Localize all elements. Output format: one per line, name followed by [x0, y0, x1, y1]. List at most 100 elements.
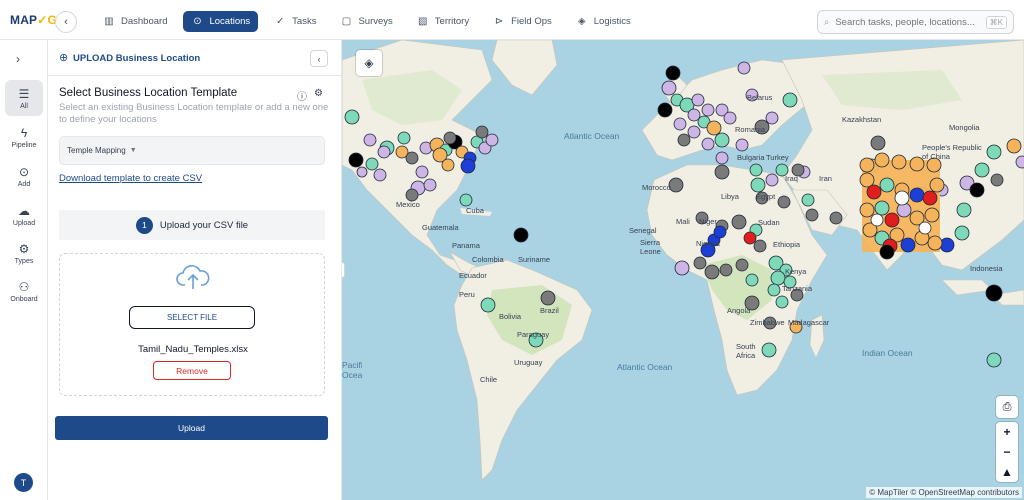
panel-header: ⊕ UPLOAD Business Location ‹ [48, 40, 342, 76]
rail-label: Types [14, 257, 34, 265]
chevron-left-icon: ‹ [317, 53, 321, 64]
top-bar: MAP✓G ‹ ▥ Dashboard ⊙ Locations ✓ Tasks ▢ Su… [0, 0, 1024, 40]
map-place-label: Niger [699, 217, 717, 226]
nav-dashboard[interactable]: ▥ Dashboard [95, 11, 175, 32]
nav-label: Surveys [358, 16, 393, 27]
template-actions: ⓘ ⚙ [297, 88, 323, 103]
zoom-out-button[interactable]: − [996, 442, 1018, 462]
map-place-label: Suriname [518, 255, 551, 264]
download-template-link[interactable]: Download template to create CSV [59, 173, 202, 184]
selected-file-name: Tamil_Nadu_Temples.xlsx [138, 344, 248, 355]
global-search[interactable]: ⌕ ⌘K [817, 10, 1014, 34]
search-input[interactable] [835, 16, 976, 28]
map-place-label: Madagascar [788, 318, 830, 327]
map-place-label: Panama [452, 241, 480, 250]
map-place-label: Zimbabwe [750, 318, 785, 327]
step-number-badge: 1 [135, 216, 153, 234]
map-place-label: Peru [459, 290, 475, 299]
upload-button[interactable]: Upload [55, 416, 328, 440]
map-pin-icon: ⊙ [193, 16, 202, 27]
map-place-label: Paraguay [517, 330, 550, 339]
map-place-label: Sudan [758, 218, 780, 227]
rail-item-types[interactable]: ⚙ Types [5, 235, 43, 271]
rail-label: All [20, 102, 28, 110]
signal-icon: ⊳ [494, 16, 504, 27]
box-icon: ◈ [577, 16, 586, 27]
map-place-label: South Africa [736, 342, 756, 360]
map-place-label: Bolivia [499, 312, 522, 321]
map-view[interactable]: Atlantic Ocean Atlantic Ocean Indian Oce… [342, 40, 1024, 500]
template-description: Select an existing Business Location tem… [59, 102, 329, 125]
select-file-button[interactable]: SELECT FILE [129, 306, 255, 329]
rail-item-onboard[interactable]: ⚇ Onboard [5, 273, 43, 309]
panel-title: UPLOAD Business Location [73, 53, 201, 64]
template-section-title: Select Business Location Template [59, 87, 238, 99]
map-place-label: Chile [480, 375, 498, 384]
settings-icon[interactable]: ⚙ [314, 88, 323, 103]
rail-label: Add [17, 180, 31, 188]
template-select[interactable]: Temple Mapping ▼ [59, 136, 325, 165]
nav-locations[interactable]: ⊙ Locations [183, 11, 259, 32]
nav-field-ops[interactable]: ⊳ Field Ops [485, 11, 560, 32]
left-rail: › ☰ All ϟ Pipeline ⊙ Add ☁ Upload ⚙ Types ⚇ On… [0, 40, 48, 500]
layers-icon: ◈ [364, 56, 374, 70]
compass-button[interactable]: ▲ [996, 462, 1018, 482]
map-place-label: Ecuador [459, 271, 487, 280]
ocean-label: Atlantic Ocean [617, 362, 673, 372]
map-place-label: Uruguay [514, 358, 543, 367]
map-place-label: Egypt [756, 192, 776, 201]
nav-surveys[interactable]: ▢ Surveys [332, 11, 400, 32]
map-pin-icon: ⊙ [18, 164, 30, 179]
bar-chart-icon: ▥ [104, 16, 114, 27]
zoom-control: + − ▲ [996, 422, 1018, 482]
map-place-label: Kazakhstan [842, 115, 882, 124]
app-logo[interactable]: MAP✓G [10, 13, 57, 27]
map-print-button[interactable]: ⎙ [996, 396, 1018, 418]
info-icon[interactable]: ⓘ [297, 88, 307, 103]
rail-item-pipeline[interactable]: ϟ Pipeline [5, 119, 43, 155]
zoom-in-button[interactable]: + [996, 422, 1018, 442]
nav-label: Territory [434, 16, 470, 27]
rail-item-upload[interactable]: ☁ Upload [5, 197, 43, 233]
map-place-label: Kenya [785, 267, 807, 276]
map-attribution[interactable]: © MapTiler © OpenStreetMap contributors [866, 487, 1022, 498]
user-add-icon: ⚇ [18, 279, 30, 294]
map-place-label: Morocco [642, 183, 671, 192]
avatar[interactable]: T [14, 473, 33, 492]
chevron-left-icon: ‹ [64, 16, 68, 28]
upload-panel: ⊕ UPLOAD Business Location ‹ Select Busi… [48, 40, 342, 500]
check-list-icon: ✓ [275, 16, 285, 27]
map-place-label: Turkey [766, 153, 789, 162]
map-place-label: Senegal [629, 226, 657, 235]
expand-rail-icon[interactable]: › [16, 52, 20, 66]
nav-logistics[interactable]: ◈ Logistics [568, 11, 639, 32]
collapse-panel-button[interactable]: ‹ [310, 50, 328, 67]
map-place-label: Mali [676, 217, 690, 226]
clipboard-icon: ▢ [341, 16, 352, 27]
map-place-label: Sierra Leone [640, 238, 661, 256]
remove-file-button[interactable]: Remove [153, 361, 231, 380]
map-place-label: Bulgaria [737, 153, 765, 162]
map-place-label: Angola [727, 306, 751, 315]
nav-label: Tasks [292, 16, 317, 27]
nav-label: Logistics [593, 16, 631, 27]
map-layers-button[interactable]: ◈ [356, 50, 382, 76]
nav-tasks[interactable]: ✓ Tasks [266, 11, 324, 32]
map-place-label: Cuba [466, 206, 484, 215]
nav-label: Locations [209, 16, 251, 27]
map-place-label: Brazil [540, 306, 559, 315]
caret-down-icon: ▼ [129, 147, 137, 154]
selected-template: Temple Mapping [67, 146, 126, 155]
map-place-label: Iraq [785, 174, 798, 183]
world-map [342, 40, 1024, 481]
lightning-icon: ϟ [20, 125, 28, 140]
nav-territory[interactable]: ▧ Territory [409, 11, 477, 32]
file-dropzone[interactable]: SELECT FILE Tamil_Nadu_Temples.xlsx Remo… [59, 253, 325, 396]
nav-label: Field Ops [511, 16, 552, 27]
rail-item-add[interactable]: ⊙ Add [5, 158, 43, 194]
back-button[interactable]: ‹ [55, 11, 77, 33]
map-place-label: Libya [721, 192, 739, 201]
map-place-label: Nigeria [696, 239, 720, 248]
main-nav: ▥ Dashboard ⊙ Locations ✓ Tasks ▢ Surveys ▧ T… [95, 11, 647, 32]
rail-item-all[interactable]: ☰ All [5, 80, 43, 116]
